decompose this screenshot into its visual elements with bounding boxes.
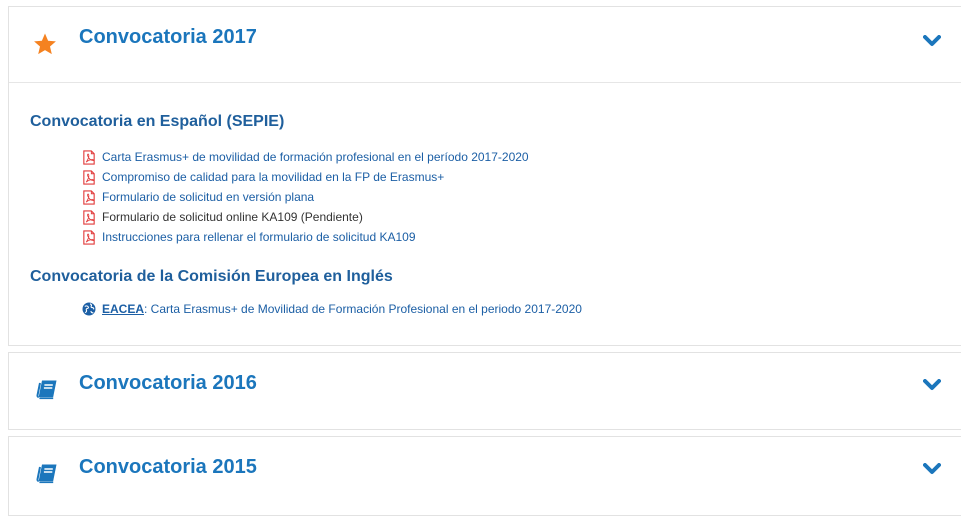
chevron-down-icon[interactable] [923, 35, 941, 47]
document-link[interactable]: Formulario de solicitud en versión plana [102, 190, 314, 204]
pdf-icon [83, 149, 95, 165]
panel-title: Convocatoria 2016 [79, 372, 257, 394]
list-item: Instrucciones para rellenar el formulari… [82, 227, 529, 247]
star-icon [34, 33, 56, 55]
accordion-header-2016[interactable]: Convocatoria 2016 [9, 353, 961, 429]
eacea-link-item[interactable]: EACEA : Carta Erasmus+ de Movilidad de F… [82, 302, 582, 316]
pdf-icon [83, 229, 95, 245]
panel-title: Convocatoria 2017 [79, 26, 257, 48]
accordion-panel-2017: Convocatoria 2017 Convocatoria en Españo… [8, 6, 961, 346]
list-item: Formulario de solicitud online KA109 (Pe… [82, 207, 529, 227]
globe-icon [82, 302, 96, 316]
pdf-icon [83, 189, 95, 205]
list-item: Formulario de solicitud en versión plana [82, 187, 529, 207]
document-link[interactable]: Carta Erasmus+ de movilidad de formación… [102, 150, 529, 164]
document-link[interactable]: Compromiso de calidad para la movilidad … [102, 170, 444, 184]
pdf-icon [83, 169, 95, 185]
document-link[interactable]: Instrucciones para rellenar el formulari… [102, 230, 416, 244]
accordion-header-2015[interactable]: Convocatoria 2015 [9, 437, 961, 513]
book-icon [36, 464, 57, 484]
chevron-down-icon[interactable] [923, 463, 941, 475]
document-label-pending: Formulario de solicitud online KA109 (Pe… [102, 210, 363, 224]
header-divider [9, 82, 961, 83]
pdf-icon [83, 209, 95, 225]
list-item: Compromiso de calidad para la movilidad … [82, 167, 529, 187]
eacea-link-text[interactable]: : Carta Erasmus+ de Movilidad de Formaci… [144, 302, 582, 316]
chevron-down-icon[interactable] [923, 379, 941, 391]
accordion-header-2017[interactable]: Convocatoria 2017 [9, 7, 961, 83]
book-icon [36, 380, 57, 400]
eacea-link[interactable]: EACEA [102, 302, 144, 316]
document-list: Carta Erasmus+ de movilidad de formación… [82, 147, 529, 247]
section-title-ec: Convocatoria de la Comisión Europea en I… [30, 268, 393, 285]
accordion-panel-2016: Convocatoria 2016 [8, 352, 961, 430]
section-title-sepie: Convocatoria en Español (SEPIE) [30, 113, 285, 130]
panel-title: Convocatoria 2015 [79, 456, 257, 478]
accordion-panel-2015: Convocatoria 2015 [8, 436, 961, 516]
list-item: Carta Erasmus+ de movilidad de formación… [82, 147, 529, 167]
